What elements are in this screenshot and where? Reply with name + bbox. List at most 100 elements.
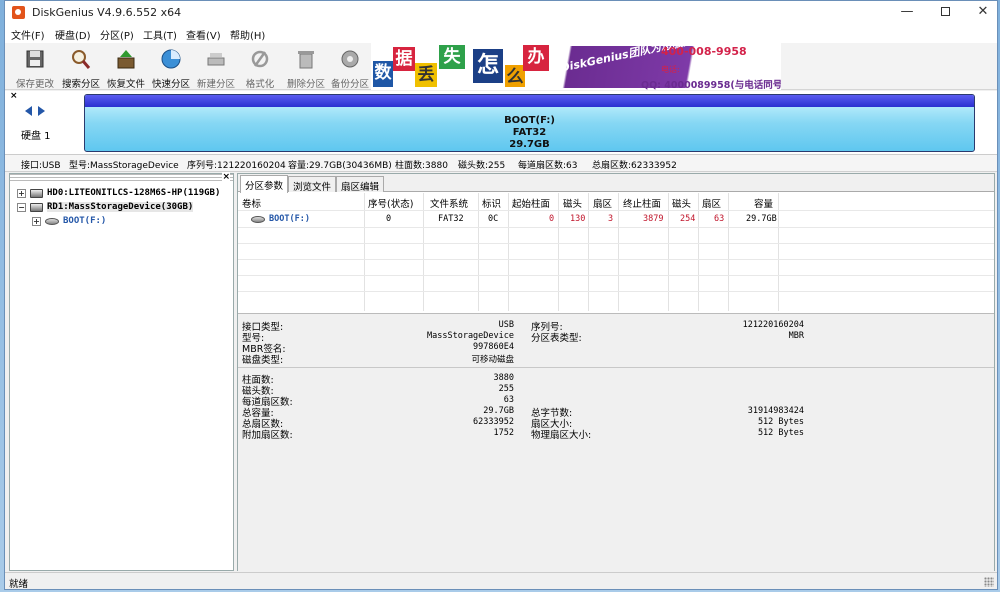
disk-panel-close-icon[interactable]: × [10,91,18,101]
toolbar-label: 备份分区 [330,79,369,90]
details-panel: 分区参数 浏览文件 扇区编辑 卷标 序号(状态) 文件系统 标识 起始柱面 磁头… [237,173,995,571]
partition-bar[interactable]: BOOT(F:) FAT32 29.7GB [84,94,975,152]
hard-disk-icon [30,189,43,198]
recover-icon [117,50,135,69]
banner-qq: QQ: 4000089958(与电话同号) [641,80,781,90]
column-header[interactable]: 标识 [482,196,501,210]
save-icon [26,50,44,68]
close-button[interactable]: ✕ [961,1,1000,25]
cell-end-head: 254 [680,214,696,224]
banner-char: 办 [523,45,549,71]
column-header[interactable]: 终止柱面 [623,196,661,210]
partition-table: 卷标 序号(状态) 文件系统 标识 起始柱面 磁头 扇区 终止柱面 磁头 扇区 … [238,193,994,311]
format-button[interactable]: 格式化 [237,45,283,90]
toolbar-label: 删除分区 [286,79,325,90]
banner-char: 据 [393,47,415,71]
expand-icon[interactable]: + [17,189,26,198]
app-window: DiskGenius V4.9.6.552 x64 — ✕ 文件(F) 硬盘(D… [4,0,998,590]
column-header[interactable]: 扇区 [702,196,721,210]
quick-partition-button[interactable]: 快速分区 [148,45,194,90]
detail-value: 512 Bytes [757,417,804,427]
window-title: DiskGenius V4.9.6.552 x64 [32,6,182,19]
tab-browse-files[interactable]: 浏览文件 [288,176,337,193]
detail-value: MassStorageDevice [427,331,514,341]
detail-value: 121220160204 [742,320,804,330]
column-header[interactable]: 磁头 [563,196,582,210]
column-header[interactable]: 序号(状态) [368,196,413,210]
tab-sector-edit[interactable]: 扇区编辑 [336,176,385,193]
banner-char: 数 [373,61,393,87]
tree-close-icon[interactable]: × [222,172,230,182]
info-serial: 序列号:121220160204 [187,161,286,171]
menu-partition[interactable]: 分区(P) [100,27,134,42]
info-cylinders: 柱面数:3880 [395,161,448,171]
title-bar: DiskGenius V4.9.6.552 x64 — ✕ [5,1,997,25]
column-header[interactable]: 卷标 [242,196,261,210]
removable-disk-icon [30,203,43,212]
format-icon [251,50,269,68]
tab-partition-params[interactable]: 分区参数 [240,175,289,193]
info-total-sectors: 总扇区数:62333952 [592,161,677,171]
toolbar-label: 保存更改 [15,79,54,90]
menu-help[interactable]: 帮助(H) [230,27,265,42]
toolbar-label: 搜索分区 [61,79,100,90]
menu-view[interactable]: 查看(V) [186,27,221,42]
detail-label: 分区表类型: [531,333,582,344]
disk-details: 接口类型: USB 型号: MassStorageDevice MBR签名: 9… [238,313,994,571]
column-header[interactable]: 扇区 [593,196,612,210]
disk-label: 硬盘 1 [21,131,51,142]
column-header[interactable]: 容量 [754,196,773,210]
tree-item-rd1[interactable]: − RD1:MassStorageDevice(30GB) [10,201,233,215]
expand-icon[interactable]: + [32,217,41,226]
quick-partition-icon [161,49,181,69]
resize-grip-icon[interactable] [984,577,994,587]
info-sectors-per-track: 每道扇区数:63 [518,161,578,171]
detail-value: 1752 [493,428,514,438]
banner-char: 么 [505,65,525,87]
tree-item-label: HD0:LITEONITLCS-128M6S-HP(119GB) [47,188,221,198]
app-icon [12,6,25,19]
banner-char: 怎 [473,49,503,83]
next-disk-icon[interactable] [38,106,45,116]
backup-icon [341,50,359,68]
detail-value: MBR [788,331,804,341]
detail-value: 255 [498,384,514,394]
detail-value: 512 Bytes [757,428,804,438]
new-partition-icon [207,53,225,66]
partition-icon [45,218,59,225]
detail-value: 可移动磁盘 [471,355,514,365]
detail-label: 物理扇区大小: [531,430,592,441]
column-header[interactable]: 磁头 [672,196,691,210]
partition-bar-size: 29.7GB [509,139,550,150]
info-interface: 接口:USB [21,161,61,171]
menu-bar: 文件(F) 硬盘(D) 分区(P) 工具(T) 查看(V) 帮助(H) [5,25,997,43]
cell-end-sector: 63 [714,214,725,224]
cell-start-head: 130 [570,214,586,224]
banner-char: 丢 [415,63,437,87]
prev-disk-icon[interactable] [25,106,32,116]
banner-phone: 400-008-9958 [661,45,747,58]
column-header[interactable]: 文件系统 [430,196,468,210]
collapse-icon[interactable]: − [17,203,26,212]
disk-tree: × + HD0:LITEONITLCS-128M6S-HP(119GB) − R… [9,172,234,571]
info-capacity: 容量:29.7GB(30436MB) [288,161,392,171]
recover-files-button[interactable]: 恢复文件 [103,45,149,90]
detail-label: 磁盘类型: [242,355,284,366]
new-partition-button[interactable]: 新建分区 [193,45,239,90]
backup-partition-button[interactable]: 备份分区 [327,45,373,90]
delete-partition-button[interactable]: 删除分区 [283,45,329,90]
cell-start-cylinder: 0 [549,214,555,224]
cell-end-cylinder: 3879 [643,214,664,224]
tree-item-hd0[interactable]: + HD0:LITEONITLCS-128M6S-HP(119GB) [10,187,233,201]
menu-tools[interactable]: 工具(T) [143,27,177,42]
tree-item-boot[interactable]: + BOOT(F:) [10,215,233,229]
search-icon [72,50,91,69]
cell-id: 0C [488,214,499,224]
menu-disk[interactable]: 硬盘(D) [55,27,91,42]
save-changes-button[interactable]: 保存更改 [12,45,58,90]
search-partition-button[interactable]: 搜索分区 [58,45,104,90]
column-header[interactable]: 起始柱面 [512,196,550,210]
menu-file[interactable]: 文件(F) [11,27,45,42]
status-bar: 就绪 [5,572,997,590]
promo-banner[interactable]: 数 据 丢 失 怎 么 办 DiskGenius团队为您服务! 电话: 400-… [371,43,781,90]
